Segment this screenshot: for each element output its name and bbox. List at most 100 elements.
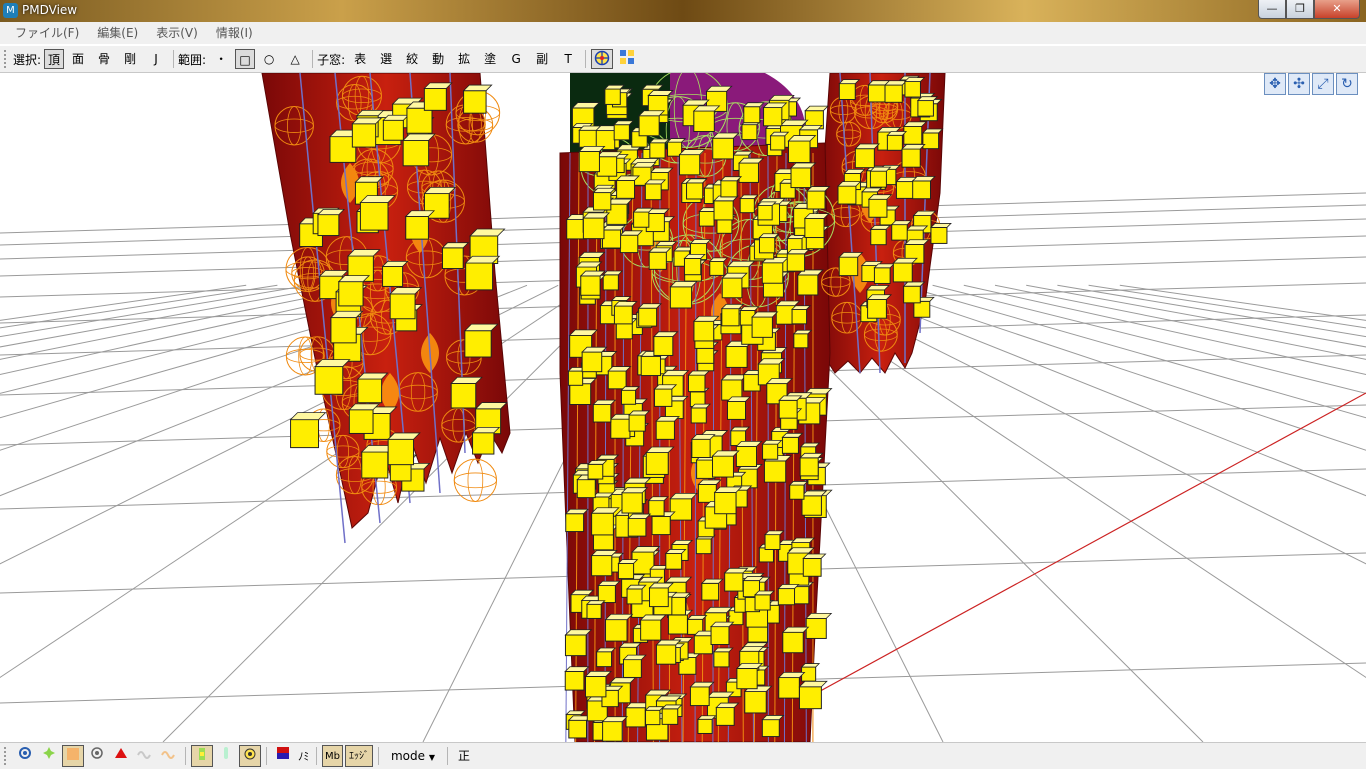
joint-cube (646, 452, 668, 474)
joint-cube (606, 614, 633, 619)
joint-cube (763, 440, 782, 444)
joint-cube (593, 188, 615, 192)
joint-cube (603, 722, 623, 742)
joint-cube (349, 410, 373, 434)
joint-cube (728, 261, 755, 266)
scene-canvas[interactable] (0, 73, 1366, 742)
menu-info[interactable]: 情報(I) (207, 22, 262, 44)
range-point-button[interactable]: ・ (209, 49, 233, 69)
child-paint-button[interactable]: 塗 (478, 49, 502, 69)
joint-cube (466, 263, 493, 290)
joint-cube (745, 691, 766, 712)
joint-cube (721, 177, 741, 181)
sparkle-icon[interactable] (38, 745, 60, 767)
child-t-button[interactable]: T (556, 49, 580, 69)
mb-toggle[interactable]: Mb (322, 745, 343, 767)
viewport-3d[interactable]: ✥ ✣ ⤢ ↻ (0, 73, 1366, 742)
range-circle-button[interactable]: ○ (257, 49, 281, 69)
joint-cube (688, 371, 709, 375)
texture-icon[interactable] (62, 745, 84, 767)
joint-cube (339, 282, 363, 306)
joint-cube (744, 375, 760, 391)
joint-cube (862, 188, 881, 192)
child-scale-button[interactable]: 拡 (452, 49, 476, 69)
joint-cube (913, 181, 931, 199)
joint-cube (642, 85, 663, 89)
joint-cube (670, 282, 697, 287)
child-move-button[interactable]: 動 (426, 49, 450, 69)
joint-cube (565, 630, 591, 635)
joint-cube (694, 111, 714, 131)
joint-cube (764, 108, 782, 126)
range-triangle-button[interactable]: △ (283, 49, 307, 69)
wave-icon[interactable] (134, 745, 156, 767)
menu-view[interactable]: 表示(V) (147, 22, 207, 44)
select-face-button[interactable]: 面 (66, 49, 90, 69)
close-button[interactable]: ✕ (1314, 0, 1360, 19)
move-cross-icon[interactable]: ✥ (1264, 73, 1286, 95)
joint-cube (641, 615, 666, 620)
toolbar-separator (585, 50, 586, 68)
maximize-button[interactable]: ❐ (1286, 0, 1314, 19)
joint-cube (581, 276, 600, 295)
joint-cube (802, 664, 820, 668)
select-rigid-button[interactable]: 剛 (118, 49, 142, 69)
joint-cube (802, 667, 816, 681)
rotate-icon[interactable]: ↻ (1336, 73, 1358, 95)
child-table-button[interactable]: 表 (348, 49, 372, 69)
joint-cube (798, 275, 818, 295)
capsule-icon[interactable] (215, 745, 237, 767)
joint-cube (602, 230, 620, 248)
wave-orange-icon[interactable] (158, 745, 180, 767)
joint-cube (691, 408, 706, 423)
joint-cube (769, 95, 793, 100)
menu-file[interactable]: ファイル(F) (6, 22, 88, 44)
mode-dropdown-label: mode (391, 749, 425, 763)
mode-dropdown[interactable]: mode ▼ (387, 746, 439, 766)
select-bone-button[interactable]: 骨 (92, 49, 116, 69)
bone-display-icon[interactable] (191, 745, 213, 767)
nomi-toggle[interactable]: ﾉﾐ (295, 748, 312, 764)
joint-cube (383, 115, 408, 120)
triangle-face-icon[interactable] (110, 745, 132, 767)
child-g-button[interactable]: G (504, 49, 528, 69)
edge-toggle[interactable]: ｴｯｼﾞ (345, 745, 373, 767)
joint-cube (722, 309, 739, 326)
joint-cube (656, 696, 680, 701)
select-joint-button[interactable]: J (144, 49, 168, 69)
dot-target-icon[interactable] (86, 745, 108, 767)
joint-cube (650, 139, 669, 143)
statusbar-grip[interactable] (4, 747, 9, 765)
child-select-button[interactable]: 選 (374, 49, 398, 69)
joint-cube (598, 585, 615, 602)
vertex-display-icon[interactable] (14, 745, 36, 767)
joint-cube (711, 627, 729, 645)
joint-cube (588, 464, 603, 479)
joint-cube (807, 191, 825, 209)
target-icon[interactable] (591, 49, 613, 69)
app-icon: M (3, 3, 18, 18)
joint-cube (758, 205, 772, 219)
joint-cube (654, 332, 678, 337)
toolbar-grip[interactable] (4, 50, 9, 68)
move-arrows-icon[interactable]: ✣ (1288, 73, 1310, 95)
toolbar: 選択: 頂 面 骨 剛 J 範囲: ・ □ ○ △ 子窓: 表 選 絞 動 拡 … (0, 46, 1366, 73)
sei-toggle[interactable]: 正 (453, 745, 475, 767)
grid-view-icon[interactable] (615, 49, 639, 69)
child-sub-button[interactable]: 副 (530, 49, 554, 69)
select-vertex-button[interactable]: 頂 (44, 49, 64, 69)
joint-cube (582, 352, 602, 372)
menu-edit[interactable]: 編集(E) (88, 22, 147, 44)
color-swatch-icon[interactable] (272, 745, 294, 767)
range-rect-button[interactable]: □ (235, 49, 255, 69)
joint-display-icon[interactable] (239, 745, 261, 767)
scale-icon[interactable]: ⤢ (1312, 73, 1334, 95)
joint-cube (592, 556, 612, 576)
joint-cube (755, 595, 770, 610)
minimize-button[interactable]: — (1258, 0, 1286, 19)
joint-cube (390, 294, 415, 319)
joint-cube (779, 400, 797, 418)
joint-cube (360, 203, 388, 231)
child-filter-button[interactable]: 絞 (400, 49, 424, 69)
joint-cube (383, 120, 403, 140)
